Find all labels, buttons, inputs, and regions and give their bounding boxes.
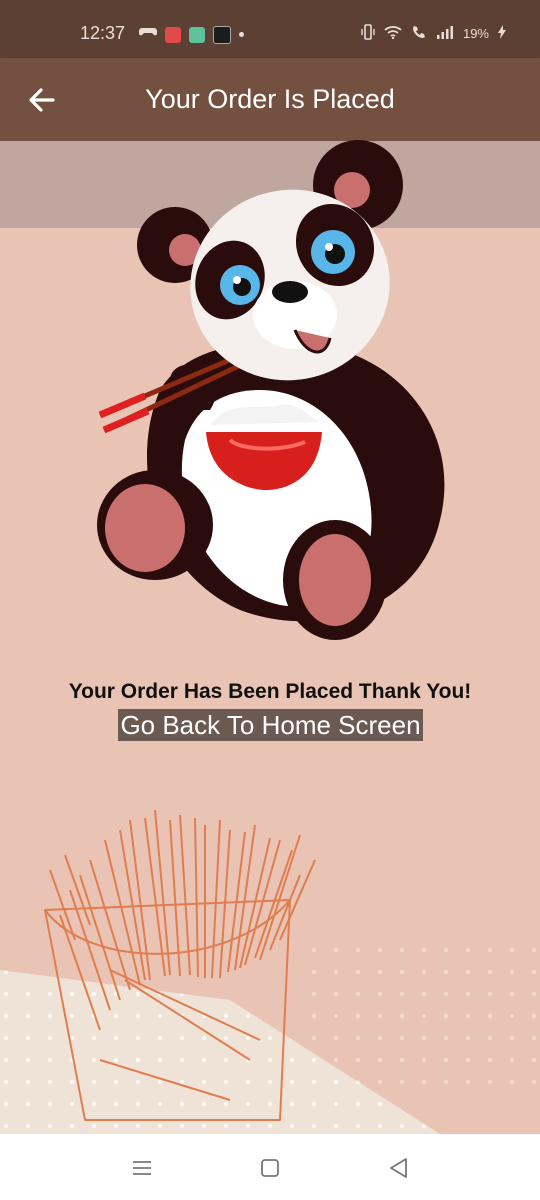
status-time: 12:37 bbox=[80, 23, 126, 43]
app-red-icon bbox=[165, 26, 181, 43]
battery-charging-icon bbox=[498, 25, 506, 42]
back-triangle-icon bbox=[390, 1158, 407, 1178]
app-bar: Your Order Is Placed bbox=[0, 58, 540, 141]
app-green-icon bbox=[189, 26, 205, 43]
signal-icon bbox=[436, 25, 454, 42]
nav-back-button[interactable] bbox=[386, 1156, 410, 1180]
menu-icon bbox=[133, 1161, 151, 1175]
app-dark-icon bbox=[213, 25, 231, 44]
wifi-icon bbox=[384, 25, 402, 42]
notification-icons bbox=[139, 25, 244, 44]
system-status: 19% bbox=[361, 24, 506, 43]
game-controller-icon bbox=[139, 25, 157, 44]
dot-icon bbox=[239, 32, 244, 37]
order-placed-message: Your Order Has Been Placed Thank You! bbox=[68, 680, 472, 703]
home-square-icon bbox=[261, 1159, 279, 1177]
status-bar: 12:37 19% bbox=[0, 0, 540, 58]
home-button[interactable] bbox=[258, 1156, 282, 1180]
panda-illustration bbox=[97, 140, 445, 640]
vibrate-icon bbox=[361, 24, 375, 43]
menu-button[interactable] bbox=[130, 1156, 154, 1180]
page-title: Your Order Is Placed bbox=[145, 84, 395, 114]
battery-level: 19% bbox=[462, 26, 489, 41]
go-home-button[interactable]: Go Back To Home Screen bbox=[118, 709, 423, 741]
fries-illustration bbox=[44, 809, 316, 1121]
wifi-call-icon bbox=[411, 24, 427, 43]
system-nav-bar bbox=[0, 1134, 540, 1200]
